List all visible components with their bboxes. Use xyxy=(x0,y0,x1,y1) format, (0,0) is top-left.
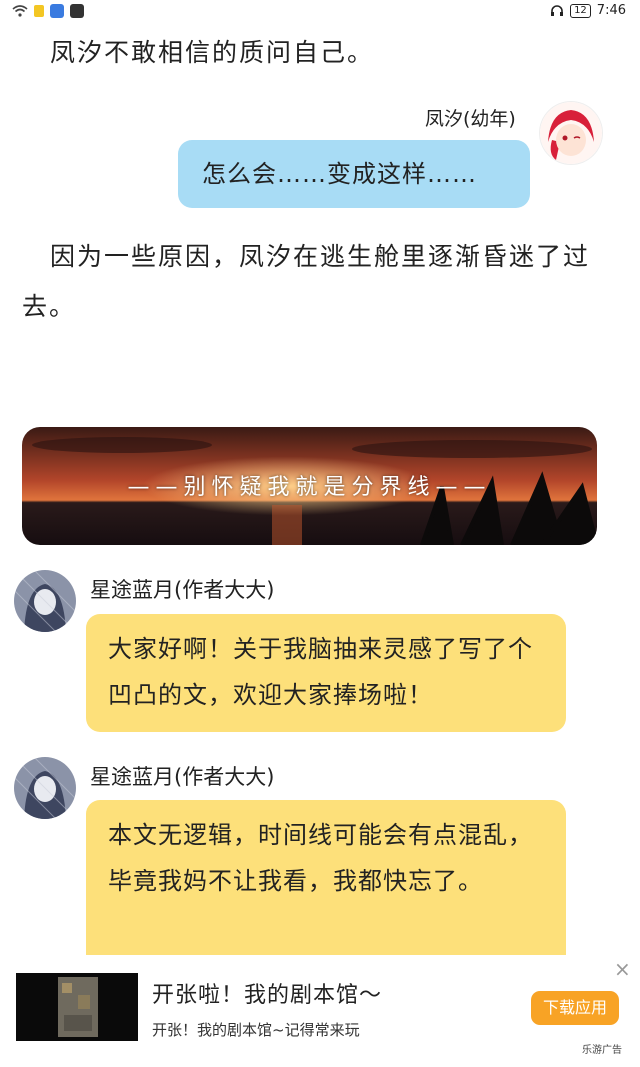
ad-banner[interactable]: 开张啦！我的剧本馆～ 开张！我的剧本馆~记得常来玩 下载应用 × 乐游广告 xyxy=(0,955,640,1067)
avatar xyxy=(540,102,602,164)
close-icon[interactable]: × xyxy=(614,957,631,981)
ad-label: 乐游广告 xyxy=(582,1045,622,1056)
speaker-name: 星途蓝月(作者大大) xyxy=(90,578,275,602)
avatar xyxy=(14,757,76,819)
status-icons xyxy=(12,4,84,18)
divider-caption: ——别怀疑我就是分界线—— xyxy=(127,475,492,500)
headphones-icon xyxy=(551,5,564,16)
divider-image: ——别怀疑我就是分界线—— xyxy=(22,427,597,545)
narration-paragraph: 因为一些原因，凤汐在逃生舱里逐渐昏迷了过去。 xyxy=(22,242,591,321)
speaker-name: 星途蓝月(作者大大) xyxy=(90,765,275,789)
chat-bubble: 本文无逻辑，时间线可能会有点混乱，毕竟我妈不让我看，我都快忘了。 xyxy=(86,800,566,955)
chat-bubble: 大家好啊！关于我脑抽来灵感了写了个凹凸的文，欢迎大家捧场啦！ xyxy=(86,614,566,732)
avatar xyxy=(14,570,76,632)
ad-thumbnail[interactable] xyxy=(16,973,138,1041)
signal-icon xyxy=(34,5,44,17)
ad-title[interactable]: 开张啦！我的剧本馆～ xyxy=(152,977,382,1009)
clock: 7:46 xyxy=(596,3,626,18)
download-app-button[interactable]: 下载应用 xyxy=(531,991,619,1025)
battery-icon: 12 xyxy=(570,3,591,18)
avatar-image xyxy=(540,102,602,164)
video-app-icon xyxy=(70,4,84,18)
message-app-icon xyxy=(50,4,64,18)
status-bar: 12 7:46 xyxy=(0,0,640,26)
avatar-image xyxy=(14,570,76,632)
chat-bubble: 怎么会……变成这样…… xyxy=(178,140,530,208)
wifi-icon xyxy=(12,5,28,17)
ad-subtitle: 开张！我的剧本馆~记得常来玩 xyxy=(152,1021,360,1039)
avatar-image xyxy=(14,757,76,819)
speaker-name: 凤汐(幼年) xyxy=(425,108,516,130)
narration-paragraph: 凤汐不敢相信的质问自己。 xyxy=(50,38,375,67)
status-right: 12 7:46 xyxy=(550,3,626,18)
ad-game-image xyxy=(16,973,138,1041)
